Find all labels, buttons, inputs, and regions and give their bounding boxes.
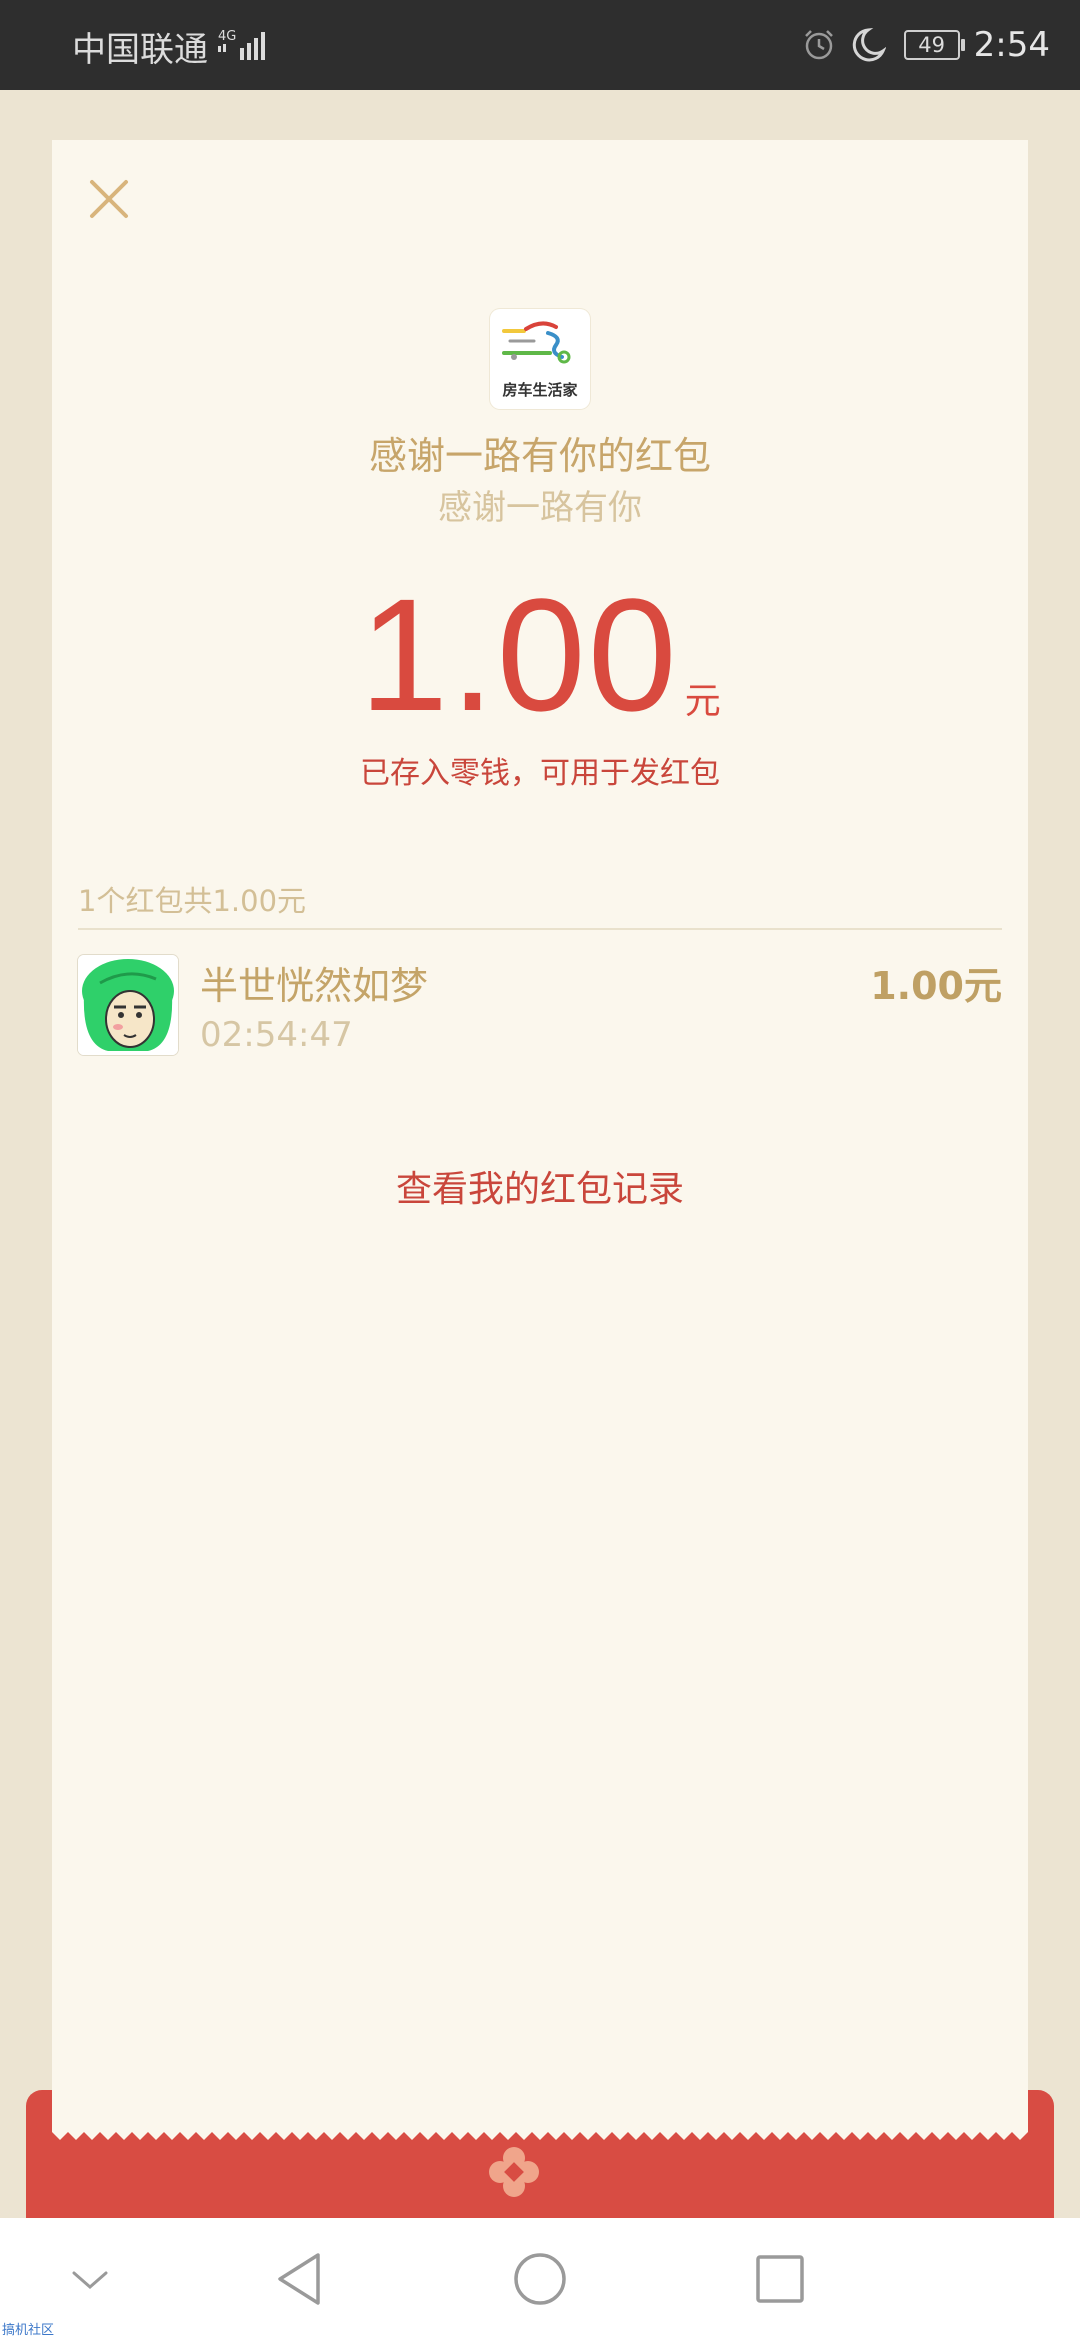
battery-indicator: 49	[903, 30, 965, 60]
avatar-image	[78, 955, 178, 1055]
amount-row: 1.00 元	[0, 565, 1080, 744]
back-button[interactable]	[250, 2218, 350, 2340]
status-bar: 中国联通 4G 49 2:54	[0, 0, 1080, 90]
packet-summary: 1个红包共1.00元	[78, 884, 307, 918]
record-amount: 1.00元	[870, 964, 1002, 1008]
signal-icon: 4G	[218, 29, 265, 60]
network-type-label: 4G	[218, 29, 236, 44]
home-button[interactable]	[490, 2218, 590, 2340]
record-time: 02:54:47	[200, 1015, 353, 1055]
carrier-name: 中国联通	[72, 30, 208, 70]
divider	[78, 928, 1002, 930]
amount-unit: 元	[684, 681, 721, 722]
envelope-flower-icon	[489, 2147, 539, 2197]
alarm-icon	[804, 30, 833, 60]
logo-graphic	[502, 321, 571, 364]
status-indicators: 49 2:54	[802, 18, 1050, 72]
packet-subtitle: 感谢一路有你	[438, 488, 642, 528]
close-icon	[90, 180, 128, 218]
recents-square-icon	[756, 2255, 804, 2303]
packet-title: 感谢一路有你的红包	[368, 434, 711, 478]
avatar[interactable]	[78, 955, 178, 1055]
stored-to-wallet-note: 已存入零钱，可用于发红包	[360, 756, 720, 791]
recents-button[interactable]	[730, 2218, 830, 2340]
received-amount: 1.00	[359, 565, 679, 744]
do-not-disturb-icon	[852, 28, 886, 62]
home-circle-icon	[514, 2253, 566, 2305]
back-triangle-icon	[278, 2253, 320, 2305]
packet-logo: 房车生活家	[490, 309, 590, 409]
sender-name: 半世恍然如梦	[200, 964, 429, 1008]
watermark: 搞机社区	[2, 2323, 55, 2338]
collapse-button[interactable]	[40, 2218, 140, 2340]
list-item[interactable]: 半世恍然如梦 02:54:47 1.00元	[78, 955, 1002, 1059]
chevron-down-icon	[72, 2271, 108, 2289]
logo-text: 房车生活家	[502, 381, 578, 399]
card-zigzag-edge	[52, 2128, 1028, 2140]
view-history-link[interactable]: 查看我的红包记录	[0, 1160, 1080, 1212]
status-time: 2:54	[973, 25, 1050, 65]
close-button[interactable]	[84, 174, 134, 224]
navigation-bar: 搞机社区	[0, 2218, 1080, 2340]
